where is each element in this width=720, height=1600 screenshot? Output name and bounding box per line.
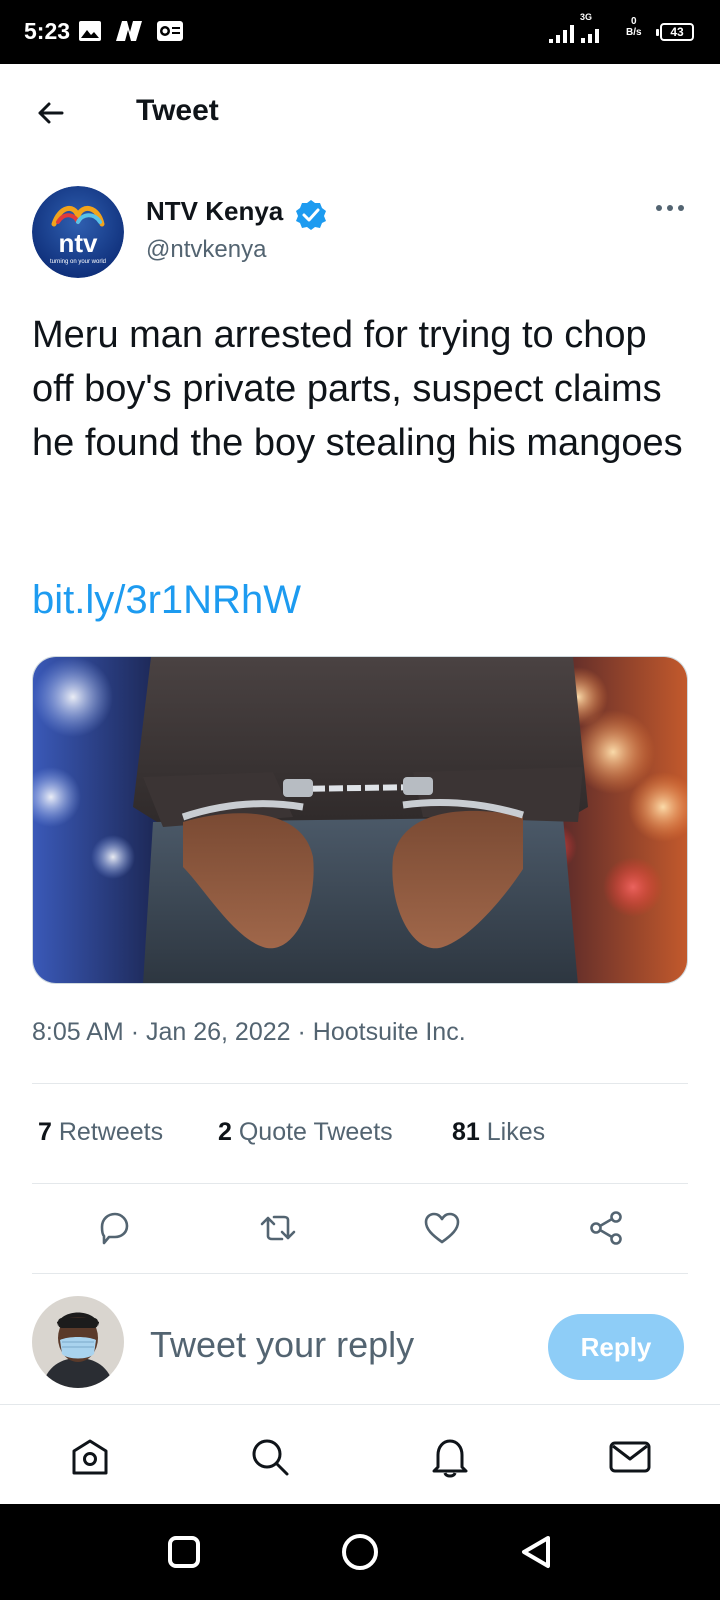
reply-button[interactable]: Reply [548,1314,684,1380]
verified-badge-icon [296,200,326,230]
tweet-source[interactable]: Hootsuite Inc. [313,1018,466,1046]
tweet-time: 8:05 AM [32,1018,124,1046]
divider [32,1083,688,1084]
tweet-text: Meru man arrested for trying to chop off… [32,314,683,464]
reply-icon[interactable] [94,1208,134,1248]
search-icon[interactable] [248,1435,292,1479]
divider [32,1183,688,1184]
author-name[interactable]: NTV Kenya [146,196,283,227]
notifications-icon[interactable] [428,1435,472,1479]
tweet-link[interactable]: bit.ly/3r1NRhW [32,578,301,623]
author-handle[interactable]: @ntvkenya [146,236,266,264]
network-speed: 0 B/s [626,16,642,38]
network-type: 3G [580,12,593,22]
more-options-icon[interactable] [654,198,686,228]
retweets-stat[interactable]: 7 Retweets [38,1118,163,1147]
like-icon[interactable] [422,1208,462,1248]
retweet-icon[interactable] [258,1208,298,1248]
n-app-notification-icon [116,21,142,41]
status-bar: 5:23 3G 0 B/s 43 [0,0,720,64]
divider [32,1273,688,1274]
back-arrow-icon[interactable] [34,97,66,129]
reply-input[interactable]: Tweet your reply [150,1324,414,1366]
likes-stat[interactable]: 81 Likes [452,1118,545,1147]
home-circle-icon[interactable] [340,1532,380,1572]
page-title: Tweet [136,94,219,127]
battery-indicator: 43 [656,23,694,41]
share-icon[interactable] [586,1208,626,1248]
status-time: 5:23 [24,18,71,44]
gallery-notification-icon [79,21,101,41]
header: Tweet [0,64,720,160]
home-icon[interactable] [68,1435,112,1479]
signal-2-icon [581,29,599,43]
tweet-date: Jan 26, 2022 [145,1018,291,1046]
quote-tweets-stat[interactable]: 2 Quote Tweets [218,1118,393,1147]
outlook-notification-icon [157,21,183,41]
system-nav-bar [0,1504,720,1600]
messages-icon[interactable] [608,1435,652,1479]
bottom-nav [0,1404,720,1504]
tweet-meta: 8:05 AM · Jan 26, 2022 · Hootsuite Inc. [32,1018,466,1046]
signal-1-icon [549,25,574,43]
avatar-logo-text: ntv [59,228,99,258]
recents-icon[interactable] [164,1532,204,1572]
tweet-image[interactable] [32,656,688,984]
author-avatar[interactable]: ntv turning on your world [32,186,124,278]
user-avatar[interactable] [32,1296,124,1388]
avatar-tagline: turning on your world [50,259,106,265]
back-triangle-icon[interactable] [516,1532,556,1572]
